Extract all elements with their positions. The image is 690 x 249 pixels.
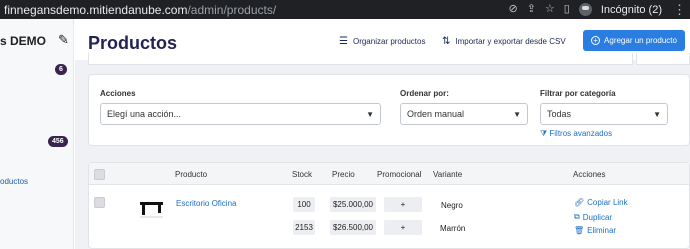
column-header-price: Precio [332, 170, 355, 179]
desk-image-shadow [140, 216, 163, 218]
browser-menu-icon[interactable]: ⋮ [671, 2, 686, 18]
promo-add-button[interactable]: + [384, 220, 422, 235]
chevron-down-icon: ▼ [513, 110, 521, 119]
sidebar-toggle-icon[interactable]: ▯ [564, 4, 570, 15]
advanced-filters-label: Filtros avanzados [549, 129, 613, 138]
advanced-filters-link[interactable]: ⧩ Filtros avanzados [540, 129, 612, 139]
duplicate-action[interactable]: ⧉ Duplicar [574, 212, 612, 222]
actions-select-value: Elegí una acción... [107, 109, 182, 119]
url-path: /admin/products/ [187, 2, 277, 17]
url-host: finnegansdemo.mitiendanube.com [4, 2, 188, 17]
link-icon: 🔗︎ [574, 198, 585, 207]
chevron-down-icon: ▼ [653, 110, 661, 119]
bookmark-star-icon[interactable]: ☆ [545, 4, 555, 15]
duplicate-label: Duplicar [582, 212, 613, 222]
delete-label: Eliminar [587, 226, 617, 235]
column-header-stock: Stock [292, 170, 313, 179]
stock-field[interactable]: 100 [293, 197, 315, 212]
import-export-icon: ⇅ [442, 36, 451, 47]
page-title: Productos [88, 33, 178, 53]
price-field[interactable]: $26.500,00 [330, 220, 376, 235]
row-checkbox[interactable] [94, 197, 105, 208]
incognito-avatar-icon[interactable] [578, 3, 592, 16]
category-filter-label: Filtrar por categoría [540, 89, 616, 98]
search-card [88, 53, 633, 65]
browser-actions: ⊘ ⇪ ☆ ▯ Incógnito (2) ⋮ [508, 0, 690, 19]
chevron-down-icon: ▼ [366, 110, 374, 119]
import-export-label: Importar y exportar desde CSV [455, 37, 566, 46]
column-header-actions: Acciones [573, 170, 606, 179]
copy-link-label: Copiar Link [587, 198, 628, 207]
select-all-checkbox[interactable] [94, 169, 105, 180]
sort-select[interactable]: Orden manual ▼ [400, 103, 528, 125]
browser-toolbar: finnegansdemo.mitiendanube.com/admin/pro… [0, 0, 690, 19]
column-header-variant: Variante [433, 170, 463, 179]
sort-select-value: Orden manual [407, 109, 465, 119]
sidebar-count-badge: 6 [55, 64, 67, 75]
stock-field[interactable]: 2153 [293, 220, 315, 235]
edit-store-icon[interactable]: ✎ [58, 32, 69, 48]
copy-link-action[interactable]: 🔗︎ Copiar Link [574, 198, 628, 207]
sidebar: s DEMO ✎ 6 456 oductos [0, 19, 74, 249]
category-select[interactable]: Todas ▼ [540, 103, 668, 125]
tracking-blocked-icon[interactable]: ⊘ [508, 4, 517, 15]
product-thumbnail[interactable] [138, 197, 165, 220]
add-product-label: Agregar un producto [604, 36, 677, 45]
profile-label[interactable]: Incógnito (2) [601, 4, 662, 16]
sidebar-count-badge: 456 [48, 136, 68, 147]
sidebar-item-products[interactable]: oductos [0, 177, 28, 186]
price-field[interactable]: $25.000,00 [330, 197, 376, 212]
store-name[interactable]: s DEMO [0, 34, 46, 48]
filter-icon: ⧩ [540, 129, 548, 138]
import-export-link[interactable]: ⇅ Importar y exportar desde CSV [442, 36, 566, 47]
add-product-button[interactable]: + Agregar un producto [583, 30, 685, 51]
desk-image-leg [158, 205, 161, 213]
share-icon[interactable]: ⇪ [527, 4, 536, 15]
actions-select[interactable]: Elegí una acción... ▼ [100, 103, 381, 125]
search-card-side [636, 53, 690, 65]
actions-label: Acciones [100, 89, 136, 98]
promo-add-button[interactable]: + [384, 197, 422, 212]
product-name-link[interactable]: Escritorio Oficina [176, 199, 236, 208]
list-icon: ☰ [339, 36, 348, 47]
category-select-value: Todas [547, 109, 572, 119]
column-header-product: Producto [175, 170, 208, 179]
variant-name: Marrón [440, 224, 466, 233]
desk-image-leg [142, 205, 145, 215]
organize-products-link[interactable]: ☰ Organizar productos [339, 36, 425, 47]
plus-circle-icon: + [591, 36, 601, 45]
trash-icon: 🗑︎ [574, 226, 585, 235]
variant-name: Negro [441, 201, 463, 210]
organize-products-label: Organizar productos [352, 37, 426, 46]
sort-label: Ordenar por: [400, 89, 449, 98]
column-header-promo: Promocional [377, 170, 422, 179]
delete-action[interactable]: 🗑︎ Eliminar [574, 226, 616, 235]
address-bar[interactable]: finnegansdemo.mitiendanube.com/admin/pro… [0, 3, 276, 17]
duplicate-icon: ⧉ [574, 212, 580, 221]
